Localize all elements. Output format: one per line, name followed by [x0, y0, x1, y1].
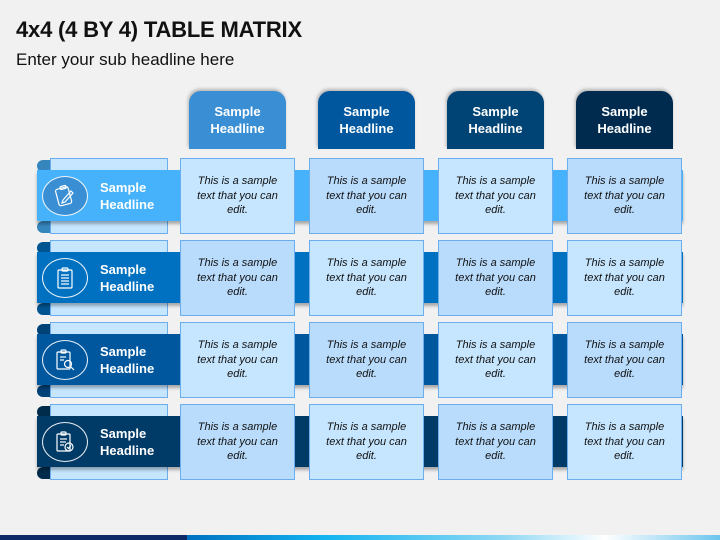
- ribbon-curl-bottom: [37, 467, 50, 479]
- ribbon-curl-bottom: [37, 221, 50, 233]
- slide-subtitle: Enter your sub headline here: [16, 50, 235, 69]
- column-header-3: Sample Headline: [447, 91, 544, 149]
- matrix-cell[interactable]: This is a sample text that you can edit.: [180, 322, 295, 398]
- matrix-cell[interactable]: This is a sample text that you can edit.: [309, 322, 424, 398]
- clipboard-edit-icon: [42, 176, 88, 216]
- row-header-label: Sample Headline: [100, 426, 155, 458]
- matrix-cell[interactable]: This is a sample text that you can edit.: [309, 404, 424, 480]
- matrix-cell[interactable]: This is a sample text that you can edit.: [567, 404, 682, 480]
- matrix-cell[interactable]: This is a sample text that you can edit.: [438, 404, 553, 480]
- matrix-cell[interactable]: This is a sample text that you can edit.: [180, 240, 295, 316]
- row-header-label: Sample Headline: [100, 262, 155, 294]
- bottom-accent-bar: [0, 535, 720, 540]
- column-header-label: Sample Headline: [597, 104, 652, 136]
- matrix-cell[interactable]: This is a sample text that you can edit.: [567, 322, 682, 398]
- clipboard-search-icon: [42, 340, 88, 380]
- clipboard-list-icon: [42, 258, 88, 298]
- slide-title: 4x4 (4 BY 4) TABLE MATRIX: [16, 17, 302, 42]
- row-header-label: Sample Headline: [100, 180, 155, 212]
- column-header-2: Sample Headline: [318, 91, 415, 149]
- ribbon-curl-bottom: [37, 385, 50, 397]
- matrix-cell[interactable]: This is a sample text that you can edit.: [309, 158, 424, 234]
- column-header-label: Sample Headline: [468, 104, 523, 136]
- column-header-label: Sample Headline: [210, 104, 265, 136]
- matrix-cell[interactable]: This is a sample text that you can edit.: [567, 240, 682, 316]
- matrix-cell[interactable]: This is a sample text that you can edit.: [180, 404, 295, 480]
- clipboard-check-icon: [42, 422, 88, 462]
- row-header-label: Sample Headline: [100, 344, 155, 376]
- column-header-1: Sample Headline: [189, 91, 286, 149]
- matrix-cell[interactable]: This is a sample text that you can edit.: [438, 240, 553, 316]
- column-header-label: Sample Headline: [339, 104, 394, 136]
- ribbon-curl-bottom: [37, 303, 50, 315]
- matrix-cell[interactable]: This is a sample text that you can edit.: [438, 322, 553, 398]
- matrix-cell[interactable]: This is a sample text that you can edit.: [567, 158, 682, 234]
- matrix-cell[interactable]: This is a sample text that you can edit.: [309, 240, 424, 316]
- matrix-cell[interactable]: This is a sample text that you can edit.: [180, 158, 295, 234]
- column-header-4: Sample Headline: [576, 91, 673, 149]
- matrix-cell[interactable]: This is a sample text that you can edit.: [438, 158, 553, 234]
